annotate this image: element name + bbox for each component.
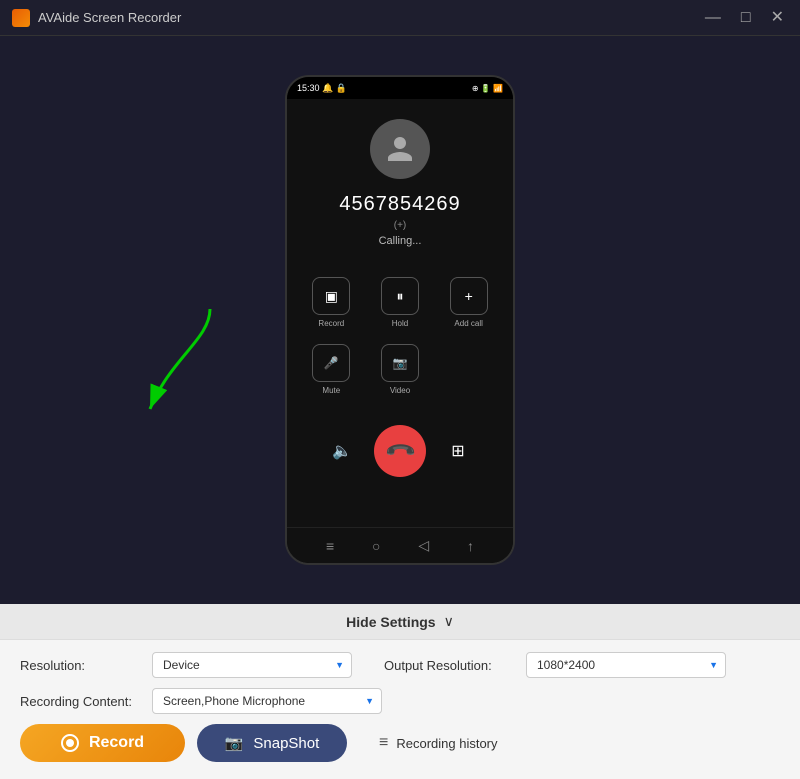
hide-settings-bar[interactable]: Hide Settings ∨ (0, 604, 800, 640)
nav-recents-icon[interactable]: ↑ (467, 538, 474, 554)
record-button[interactable]: Record (20, 724, 185, 762)
speaker-button[interactable]: 🔈 (324, 433, 360, 469)
action-record: ▣ Record (307, 277, 356, 328)
action-mute-btn[interactable]: 🎤 (312, 344, 350, 382)
green-arrow-annotation (130, 299, 250, 429)
title-bar: AVAide Screen Recorder — □ ✕ (0, 0, 800, 36)
maximize-button[interactable]: □ (737, 10, 755, 26)
call-actions-grid: ▣ Record ⏸ Hold + Add call (297, 277, 503, 395)
dialpad-icon: ⊞ (451, 441, 464, 461)
action-addcall-label: Add call (454, 319, 482, 328)
action-video-label: Video (390, 386, 410, 395)
output-resolution-select-wrapper: 1080*2400 720*1280 540*960 (526, 652, 726, 678)
close-button[interactable]: ✕ (767, 10, 788, 26)
record-button-label: Record (89, 734, 144, 752)
app-title: AVAide Screen Recorder (38, 10, 181, 25)
action-mute: 🎤 Mute (307, 344, 356, 395)
recording-content-label: Recording Content: (20, 694, 140, 709)
caller-sub: (+) (394, 220, 407, 231)
output-resolution-select[interactable]: 1080*2400 720*1280 540*960 (526, 652, 726, 678)
record-circle-icon (61, 734, 79, 752)
main-call-controls: 🔈 📞 ⊞ (297, 425, 503, 477)
camera-icon: 📷 (225, 734, 244, 752)
status-icons: ⊕ 🔋 📶 (472, 84, 503, 93)
record-dot (66, 739, 74, 747)
recording-content-row: Recording Content: Screen,Phone Micropho… (20, 688, 780, 714)
main-area: 15:30 🔔 🔒 ⊕ 🔋 📶 4567854269 (+) Calling..… (0, 36, 800, 604)
resolution-select-wrapper: Device 720p 1080p Custom (152, 652, 352, 678)
settings-content: Resolution: Device 720p 1080p Custom Out… (0, 640, 800, 772)
hide-settings-chevron-icon: ∨ (444, 613, 454, 630)
person-icon (385, 134, 415, 164)
record-action-icon: ▣ (325, 288, 338, 305)
caller-status: Calling... (379, 235, 422, 247)
resolution-row: Resolution: Device 720p 1080p Custom Out… (20, 652, 780, 678)
action-record-label: Record (318, 319, 344, 328)
minimize-button[interactable]: — (701, 10, 725, 26)
phone-status-bar: 15:30 🔔 🔒 ⊕ 🔋 📶 (287, 77, 513, 99)
speaker-icon: 🔈 (332, 441, 352, 461)
action-hold-label: Hold (392, 319, 408, 328)
settings-panel: Hide Settings ∨ Resolution: Device 720p … (0, 604, 800, 779)
snapshot-button[interactable]: 📷 SnapShot (197, 724, 347, 762)
dialpad-button[interactable]: ⊞ (440, 433, 476, 469)
status-time: 15:30 🔔 🔒 (297, 83, 347, 94)
title-bar-left: AVAide Screen Recorder (12, 9, 181, 27)
recording-history-link[interactable]: ≡ Recording history (379, 734, 498, 752)
snapshot-button-label: SnapShot (253, 735, 319, 752)
video-icon: 📷 (393, 356, 408, 370)
action-mute-label: Mute (322, 386, 340, 395)
end-call-button[interactable]: 📞 (374, 425, 426, 477)
nav-back-icon[interactable]: ◁ (418, 537, 429, 554)
phone-nav-bar: ≡ ○ ◁ ↑ (287, 527, 513, 563)
app-icon (12, 9, 30, 27)
resolution-select[interactable]: Device 720p 1080p Custom (152, 652, 352, 678)
action-video: 📷 Video (376, 344, 425, 395)
recording-content-select-wrapper: Screen,Phone Microphone Screen Only Scre… (152, 688, 382, 714)
action-video-btn[interactable]: 📷 (381, 344, 419, 382)
caller-number: 4567854269 (339, 193, 460, 216)
recording-history-icon: ≡ (379, 734, 388, 752)
phone-mockup: 15:30 🔔 🔒 ⊕ 🔋 📶 4567854269 (+) Calling..… (285, 75, 515, 565)
action-addcall-btn[interactable]: + (450, 277, 488, 315)
window-controls: — □ ✕ (701, 10, 788, 26)
phone-content: 4567854269 (+) Calling... ▣ Record ⏸ Hol… (287, 99, 513, 527)
mute-icon: 🎤 (324, 356, 339, 370)
action-record-btn[interactable]: ▣ (312, 277, 350, 315)
addcall-icon: + (465, 288, 473, 304)
action-buttons-row: Record 📷 SnapShot ≡ Recording history (20, 724, 780, 762)
hold-icon: ⏸ (396, 288, 403, 305)
action-addcall: + Add call (444, 277, 493, 328)
action-hold: ⏸ Hold (376, 277, 425, 328)
action-hold-btn[interactable]: ⏸ (381, 277, 419, 315)
recording-content-select[interactable]: Screen,Phone Microphone Screen Only Scre… (152, 688, 382, 714)
end-call-icon: 📞 (382, 433, 417, 468)
hide-settings-label: Hide Settings (346, 614, 435, 630)
resolution-label: Resolution: (20, 658, 140, 673)
nav-home-icon[interactable]: ○ (372, 538, 380, 554)
output-resolution-label: Output Resolution: (384, 658, 514, 673)
caller-avatar (370, 119, 430, 179)
nav-menu-icon[interactable]: ≡ (326, 538, 334, 554)
recording-history-label: Recording history (396, 736, 497, 751)
